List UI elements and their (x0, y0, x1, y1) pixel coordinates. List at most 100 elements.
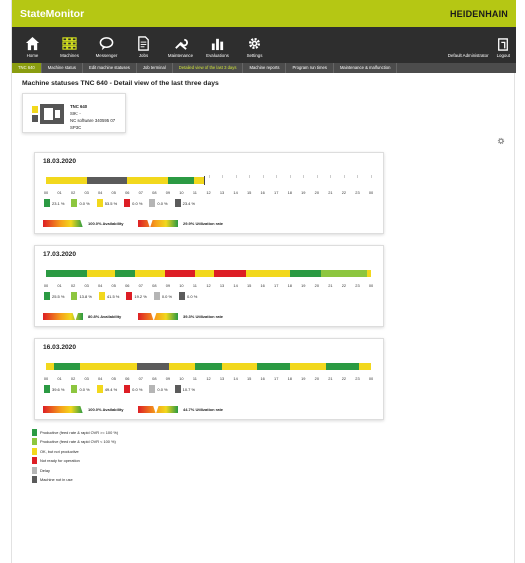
timeline-segment-ok_not_productive[interactable] (46, 177, 87, 184)
timeline-segment-ok_not_productive[interactable] (169, 363, 195, 370)
utilization-label: 39.3% Utilization rate (183, 314, 224, 319)
timeline-segment-ok_not_productive[interactable] (79, 363, 137, 370)
app-frame: StateMonitor HEIDENHAIN Home Machines Me… (11, 0, 516, 563)
current-user: Default Administrator (447, 53, 489, 58)
tab-tnc640[interactable]: TNC 640 (12, 63, 42, 73)
timeline-segment-ok_not_productive[interactable] (46, 363, 55, 370)
hour-tick-label: 22 (341, 283, 347, 288)
logout-label: Logout (496, 53, 510, 58)
state-share-delay: 0.0 % (149, 199, 168, 207)
machines-grid-icon (62, 37, 77, 50)
utilization-gauge (138, 405, 178, 414)
timeline-segment-productive[interactable] (194, 363, 223, 370)
state-share-not_in_use: 23.4 % (174, 199, 195, 207)
timeline-segment-ok_not_productive[interactable] (358, 363, 371, 370)
hour-tick-label: 00 (43, 283, 49, 288)
hour-tick-label: 12 (206, 376, 211, 381)
timeline-segment-not_in_use[interactable] (136, 363, 170, 370)
nav-home[interactable]: Home (16, 36, 49, 58)
timeline-segment-productive_reduced[interactable] (320, 270, 367, 277)
state-color-swatch (71, 385, 78, 393)
state-share-productive_reduced: 13.8 % (71, 292, 92, 300)
hour-tick-label: 11 (192, 283, 197, 288)
wrench-icon (175, 38, 188, 50)
status-timeline (46, 270, 371, 277)
state-share-value: 0.0 % (157, 386, 168, 392)
timeline-segment-ok_not_productive[interactable] (289, 363, 327, 370)
state-share-not_ready: 0.0 % (124, 199, 142, 207)
state-color-swatch (149, 385, 156, 393)
timeline-segment-ok_not_productive[interactable] (193, 177, 204, 184)
timeline-segment-ok_not_productive[interactable] (222, 363, 258, 370)
timeline-segment-productive[interactable] (257, 363, 290, 370)
timeline-segment-productive[interactable] (115, 270, 136, 277)
hour-tick-label: 15 (246, 376, 252, 381)
hour-tick-label: 04 (97, 283, 103, 288)
machine-name: TNC 640 (70, 104, 88, 109)
machine-card[interactable]: TNC 640 SIK: - NC software 340595 07 SP3… (22, 93, 126, 133)
state-color-swatch (98, 292, 105, 300)
logout-button[interactable]: Logout (497, 38, 510, 58)
timeline-segment-productive[interactable] (46, 270, 87, 277)
tab-maintenance-malfunction[interactable]: Maintenance & malfunction (334, 63, 398, 73)
timeline-segment-ok_not_productive[interactable] (246, 270, 290, 277)
timeline-segment-productive[interactable] (326, 363, 359, 370)
timeline-segment-ok_not_productive[interactable] (127, 177, 168, 184)
tab-machine-status[interactable]: Machine status (42, 63, 83, 73)
availability-gauge (43, 219, 83, 228)
tab-program-run-times[interactable]: Program run times (286, 63, 334, 73)
utilization-label: 29.9% Utilization rate (183, 221, 224, 226)
hour-tick-label: 09 (165, 376, 171, 381)
hour-tick-label: 04 (97, 190, 103, 195)
availability-meter: 100.0% Availability (43, 219, 124, 228)
nav-messenger[interactable]: Messenger (90, 36, 123, 58)
timeline-segment-not_ready[interactable] (213, 270, 247, 277)
timeline-segment-productive[interactable] (54, 363, 80, 370)
nav-machines[interactable]: Machines (53, 36, 86, 58)
timeline-segment-ok_not_productive[interactable] (366, 270, 371, 277)
hour-tick-label: 11 (192, 190, 197, 195)
view-settings-gear-icon[interactable] (497, 137, 505, 145)
hour-tick-label: 17 (274, 376, 279, 381)
tab-machine-reports[interactable]: Machine reports (243, 63, 287, 73)
state-color-swatch (44, 385, 50, 393)
timeline-segment-ok_not_productive[interactable] (135, 270, 166, 277)
availability-label: 100.0% Availability (88, 221, 124, 226)
legend-label: OK, but not productive (40, 448, 79, 454)
legend-color-swatch (32, 457, 37, 464)
timeline-segment-ok_not_productive[interactable] (194, 270, 214, 277)
nav-maintenance[interactable]: Maintenance (164, 36, 197, 58)
timeline-segment-not_ready[interactable] (165, 270, 195, 277)
state-color-swatch (124, 199, 131, 207)
hour-marker (371, 175, 372, 178)
nav-settings[interactable]: Settings (238, 36, 271, 58)
home-icon (25, 36, 40, 51)
timeline-segment-not_in_use[interactable] (86, 177, 128, 184)
kpi-meters: 80.8% Availability 39.3% Utilization rate (43, 312, 343, 321)
nav-maintenance-label: Maintenance (167, 53, 194, 58)
nav-evaluations[interactable]: Evaluations (201, 36, 234, 58)
hour-marker (235, 175, 237, 178)
tab-detailed-view[interactable]: Detailed view of the last 3 days (173, 63, 244, 73)
utilization-gauge (138, 219, 178, 228)
state-color-swatch (96, 199, 103, 207)
status-timeline (46, 363, 371, 370)
hour-tick-label: 21 (328, 376, 333, 381)
nav-jobs[interactable]: Jobs (127, 36, 160, 58)
timeline-segment-productive[interactable] (289, 270, 321, 277)
hour-tick-label: 20 (314, 283, 319, 288)
top-bar: StateMonitor HEIDENHAIN (12, 0, 516, 27)
state-color-swatch (44, 199, 50, 207)
timeline-segment-ok_not_productive[interactable] (86, 270, 116, 277)
nav-jobs-label: Jobs (138, 53, 149, 58)
day-date: 16.03.2020 (43, 344, 77, 351)
availability-gauge (43, 405, 83, 414)
tab-job-terminal[interactable]: Job terminal (137, 63, 173, 73)
hour-tick-label: 01 (57, 376, 62, 381)
state-color-swatch (174, 199, 181, 207)
hour-marker (222, 175, 224, 178)
timeline-segment-productive[interactable] (167, 177, 194, 184)
hour-tick-label: 16 (260, 283, 265, 288)
hour-tick-label: 06 (125, 190, 130, 195)
tab-edit-machine-statuses[interactable]: Edit machine statuses (83, 63, 137, 73)
